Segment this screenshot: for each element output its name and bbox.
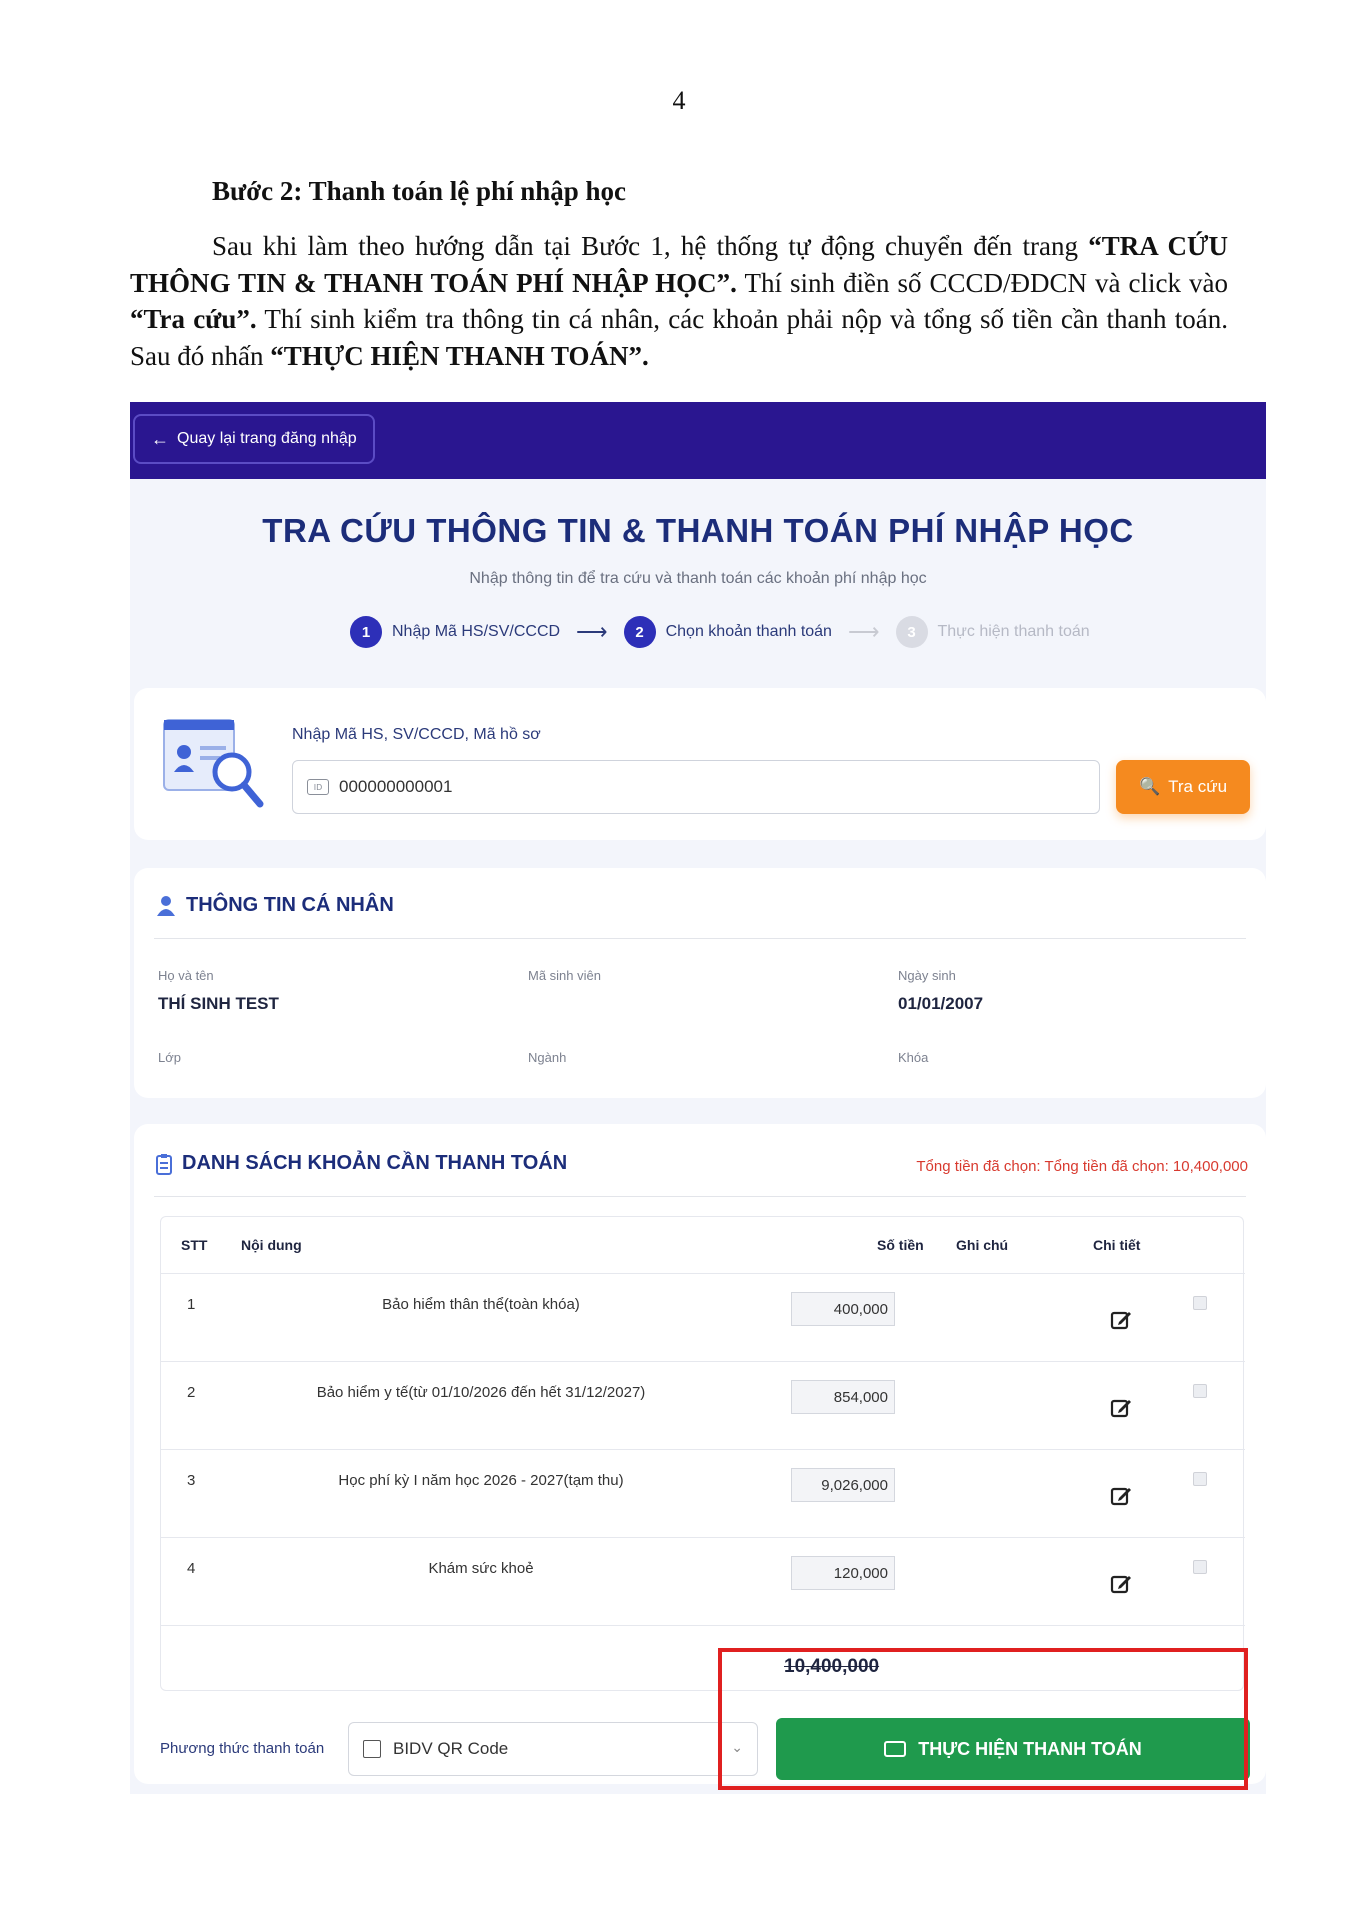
column-header-content: Nội dung bbox=[241, 1237, 302, 1253]
step-3: 3 Thực hiện thanh toán bbox=[895, 616, 1090, 648]
table-row: 4 Khám sức khoẻ 120,000 bbox=[161, 1538, 1245, 1626]
student-id-label: Mã sinh viên bbox=[528, 968, 601, 983]
divider bbox=[154, 1196, 1246, 1197]
row-checkbox[interactable] bbox=[1193, 1472, 1207, 1486]
page-number: 4 bbox=[672, 86, 686, 115]
row-stt: 4 bbox=[187, 1560, 196, 1577]
clipboard-icon bbox=[156, 1153, 172, 1175]
section-title: DANH SÁCH KHOẢN CẦN THANH TOÁN bbox=[182, 1152, 568, 1174]
section-title: THÔNG TIN CÁ NHÂN bbox=[186, 894, 394, 916]
arrow-right-icon: ⟶ bbox=[576, 619, 608, 644]
edit-icon[interactable] bbox=[1109, 1308, 1133, 1332]
page-title: TRA CỨU THÔNG TIN & THANH TOÁN PHÍ NHẬP … bbox=[262, 512, 1134, 549]
row-content: Bảo hiểm y tế(từ 01/10/2026 đến hết 31/1… bbox=[316, 1384, 646, 1401]
row-checkbox[interactable] bbox=[1193, 1384, 1207, 1398]
search-input[interactable]: ID 000000000001 bbox=[292, 760, 1100, 814]
total-selected: Tổng tiền đã chọn: Tổng tiền đã chọn: 10… bbox=[916, 1158, 1248, 1175]
row-content: Bảo hiểm thân thể(toàn khóa) bbox=[382, 1296, 580, 1313]
name-value: THÍ SINH TEST bbox=[158, 994, 279, 1013]
step-label: Nhập Mã HS/SV/CCCD bbox=[392, 623, 561, 640]
payment-method-select[interactable]: BIDV QR Code ⌄ bbox=[348, 1722, 758, 1776]
step-1: 1 Nhập Mã HS/SV/CCCD bbox=[350, 616, 560, 648]
row-stt: 1 bbox=[187, 1296, 196, 1313]
search-card: Nhập Mã HS, SV/CCCD, Mã hồ sơ ID 0000000… bbox=[134, 688, 1266, 840]
id-search-illustration-icon bbox=[163, 719, 264, 808]
table-row: 2 Bảo hiểm y tế(từ 01/10/2026 đến hết 31… bbox=[161, 1362, 1245, 1450]
step-title: Bước 2: Thanh toán lệ phí nhập học bbox=[212, 176, 627, 206]
payment-list-heading: DANH SÁCH KHOẢN CẦN THANH TOÁN bbox=[156, 1152, 567, 1175]
step-number: 1 bbox=[350, 616, 382, 648]
divider bbox=[154, 938, 1246, 939]
row-content: Học phí kỳ I năm học 2026 - 2027(tạm thu… bbox=[338, 1472, 624, 1489]
row-amount: 400,000 bbox=[791, 1292, 895, 1326]
highlight-box bbox=[718, 1648, 1248, 1790]
row-stt: 2 bbox=[187, 1384, 196, 1401]
qr-code-icon bbox=[363, 1740, 381, 1758]
class-label: Lớp bbox=[158, 1050, 181, 1065]
user-icon bbox=[157, 895, 175, 916]
search-label: Nhập Mã HS, SV/CCCD, Mã hồ sơ bbox=[292, 726, 541, 743]
step-number: 2 bbox=[623, 616, 656, 648]
table-row: 1 Bảo hiểm thân thể(toàn khóa) 400,000 bbox=[161, 1274, 1245, 1362]
row-checkbox[interactable] bbox=[1193, 1296, 1207, 1310]
row-content: Khám sức khoẻ bbox=[428, 1560, 534, 1577]
cohort-label: Khóa bbox=[898, 1050, 929, 1065]
search-input-value: 000000000001 bbox=[339, 777, 453, 796]
step-number: 3 bbox=[895, 616, 928, 648]
search-button-label: Tra cứu bbox=[1168, 777, 1228, 796]
back-button-label: Quay lại trang đăng nhập bbox=[177, 430, 357, 447]
arrow-right-icon: ⟶ bbox=[847, 619, 880, 644]
row-amount: 120,000 bbox=[791, 1556, 895, 1590]
paragraph-text-2: Thí sinh điền số CCCD/ĐDCN và click vào bbox=[736, 267, 1228, 298]
major-label: Ngành bbox=[528, 1050, 567, 1065]
edit-icon[interactable] bbox=[1109, 1396, 1133, 1420]
column-header-detail: Chi tiết bbox=[1093, 1237, 1141, 1253]
name-label: Họ và tên bbox=[158, 968, 214, 983]
search-button[interactable]: 🔍 Tra cứu bbox=[1116, 760, 1250, 814]
paragraph-text-1: Sau khi làm theo hướng dẫn tại Bước 1, h… bbox=[212, 231, 1089, 261]
top-bar: ← Quay lại trang đăng nhập bbox=[130, 402, 1266, 479]
arrow-left-icon: ← bbox=[151, 428, 169, 449]
stepper: 1 Nhập Mã HS/SV/CCCD ⟶ 2 Chọn khoản than… bbox=[350, 616, 1090, 648]
page-subtitle: Nhập thông tin để tra cứu và thanh toán … bbox=[469, 570, 927, 587]
edit-icon[interactable] bbox=[1109, 1484, 1133, 1508]
personal-info-card: THÔNG TIN CÁ NHÂN Họ và tên THÍ SINH TES… bbox=[134, 868, 1266, 1098]
id-card-icon: ID bbox=[307, 779, 329, 795]
row-amount: 9,026,000 bbox=[791, 1468, 895, 1502]
step-label: Thực hiện thanh toán bbox=[937, 623, 1090, 640]
personal-info-heading: THÔNG TIN CÁ NHÂN bbox=[156, 894, 394, 917]
column-header-note: Ghi chú bbox=[956, 1237, 1009, 1253]
step-2: 2 Chọn khoản thanh toán bbox=[623, 616, 832, 648]
search-icon: 🔍 bbox=[1138, 777, 1161, 796]
paragraph-bold-3: “THỰC HIỆN THANH TOÁN”. bbox=[270, 340, 649, 371]
edit-icon[interactable] bbox=[1109, 1572, 1133, 1596]
row-stt: 3 bbox=[187, 1472, 196, 1489]
column-header-amount: Số tiền bbox=[877, 1237, 924, 1253]
back-to-login-button[interactable]: ← Quay lại trang đăng nhập bbox=[133, 414, 375, 464]
row-amount: 854,000 bbox=[791, 1380, 895, 1414]
dob-value: 01/01/2007 bbox=[898, 994, 984, 1013]
payment-table: STT Nội dung Số tiền Ghi chú Chi tiết 1 … bbox=[160, 1216, 1245, 1691]
dob-label: Ngày sinh bbox=[898, 968, 956, 983]
column-header-stt: STT bbox=[181, 1237, 208, 1253]
row-checkbox[interactable] bbox=[1193, 1560, 1207, 1574]
app-screenshot: ← Quay lại trang đăng nhập TRA CỨU THÔNG… bbox=[130, 402, 1266, 1794]
paragraph-bold-2: “Tra cứu”. bbox=[130, 304, 257, 334]
payment-method-label: Phương thức thanh toán bbox=[160, 1740, 325, 1757]
payment-method-value: BIDV QR Code bbox=[393, 1739, 509, 1758]
instruction-paragraph: Sau khi làm theo hướng dẫn tại Bước 1, h… bbox=[130, 228, 1228, 374]
step-label: Chọn khoản thanh toán bbox=[665, 623, 832, 640]
table-row: 3 Học phí kỳ I năm học 2026 - 2027(tạm t… bbox=[161, 1450, 1245, 1538]
